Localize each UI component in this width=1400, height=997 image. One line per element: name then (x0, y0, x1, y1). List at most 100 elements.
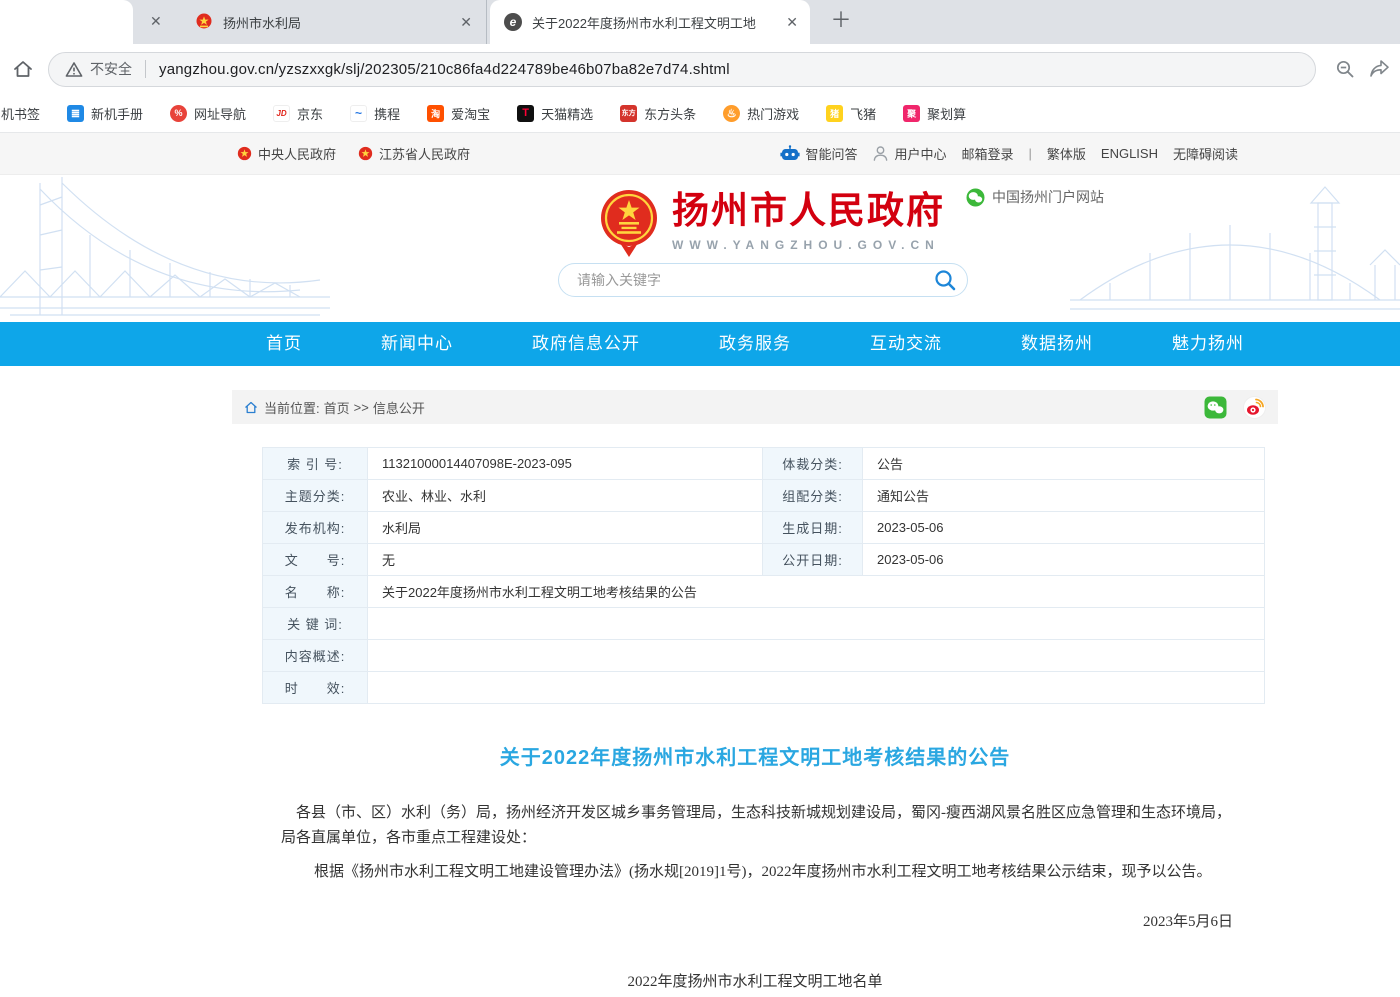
bookmark-item[interactable]: 淘 爱淘宝 (427, 104, 490, 123)
article-title: 关于2022年度扬州市水利工程文明工地考核结果的公告 (232, 741, 1278, 770)
tab-announcement-active[interactable]: e 关于2022年度扬州市水利工程文明工地 ✕ (490, 0, 810, 44)
breadcrumb-home-icon (244, 401, 258, 414)
bookmark-item[interactable]: ≣ 新机手册 (67, 104, 143, 123)
table-row: 文 号: 无 公开日期: 2023-05-06 (263, 544, 1265, 576)
robot-icon (780, 145, 800, 162)
bookmark-icon: 猪 (826, 105, 843, 122)
bookmark-item[interactable]: JD 京东 (273, 104, 323, 123)
breadcrumb-home-link[interactable]: 首页 (324, 398, 350, 417)
table-row: 时 效: (263, 672, 1265, 704)
list-heading: 2022年度扬州市水利工程文明工地名单 (232, 970, 1278, 991)
bookmark-icon: ♨ (723, 105, 740, 122)
weibo-share-icon[interactable] (1243, 396, 1266, 419)
nav-item-home[interactable]: 首页 (266, 322, 302, 366)
table-row: 内容概述: (263, 640, 1265, 672)
bookmark-item[interactable]: 机书签 (1, 104, 40, 123)
article-paragraph: 各县（市、区）水利（务）局，扬州经济开发区城乡事务管理局，生态科技新城规划建设局… (281, 801, 1233, 851)
table-row: 发布机构: 水利局 生成日期: 2023-05-06 (263, 512, 1265, 544)
link-accessibility[interactable]: 无障碍阅读 (1173, 144, 1238, 163)
security-label[interactable]: 不安全 (90, 59, 132, 79)
search-icon (933, 268, 957, 292)
share-icon[interactable] (1368, 59, 1390, 79)
nav-item-data[interactable]: 数据扬州 (1021, 322, 1093, 366)
bridge-illustration-left (0, 175, 330, 322)
emblem-icon (358, 146, 373, 161)
divider: | (1029, 146, 1032, 161)
bookmark-icon: 淘 (427, 105, 444, 122)
bookmark-item[interactable]: 猪 飞猪 (826, 104, 876, 123)
bookmark-item[interactable]: % 网址导航 (170, 104, 246, 123)
table-row: 索 引 号: 11321000014407098E-2023-095 体裁分类:… (263, 448, 1265, 480)
tab-water-bureau[interactable]: 扬州市水利局 ✕ (181, 0, 487, 44)
bookmark-item[interactable]: 东方 东方头条 (620, 104, 696, 123)
home-icon[interactable] (12, 58, 34, 80)
portal-label[interactable]: 中国扬州门户网站 (966, 187, 1104, 207)
bookmark-item[interactable]: T 天猫精选 (517, 104, 593, 123)
bookmark-icon: 东方 (620, 105, 637, 122)
bridge-illustration-right (1070, 175, 1400, 322)
emblem-favicon (195, 13, 213, 31)
bookmark-icon: JD (273, 105, 290, 122)
nav-item-interaction[interactable]: 互动交流 (870, 322, 942, 366)
emblem-icon (237, 146, 252, 161)
link-user-center[interactable]: 用户中心 (872, 144, 946, 163)
nav-item-info-disclosure[interactable]: 政府信息公开 (532, 322, 640, 366)
main-nav: 首页 新闻中心 政府信息公开 政务服务 互动交流 数据扬州 魅力扬州 (0, 322, 1400, 366)
nav-item-news[interactable]: 新闻中心 (381, 322, 453, 366)
link-mail-login[interactable]: 邮箱登录 (961, 144, 1013, 163)
divider (145, 60, 146, 78)
link-jiangsu-gov[interactable]: 江苏省人民政府 (358, 144, 470, 163)
site-title: 扬州市人民政府 (672, 189, 945, 233)
link-smart-qa[interactable]: 智能问答 (780, 144, 857, 163)
bookmark-icon: 聚 (903, 105, 920, 122)
link-english[interactable]: ENGLISH (1101, 146, 1158, 161)
bookmark-item[interactable]: ~ 携程 (350, 104, 400, 123)
wechat-share-icon[interactable] (1204, 396, 1227, 419)
link-central-gov[interactable]: 中央人民政府 (237, 144, 336, 163)
content-area: 当前位置: 首页 >> 信息公开 索 引 号: 1132100 (232, 390, 1278, 991)
user-icon (872, 145, 889, 162)
article-date: 2023年5月6日 (232, 910, 1233, 931)
site-search (558, 263, 968, 297)
nav-item-services[interactable]: 政务服务 (719, 322, 791, 366)
browser-tab-bar: ✕ 扬州市水利局 ✕ e 关于2022年度扬州市水利工程文明工地 ✕ ＋ (0, 0, 1400, 44)
close-icon[interactable]: ✕ (146, 11, 166, 32)
zoom-out-icon[interactable] (1335, 59, 1356, 80)
table-row: 名 称: 关于2022年度扬州市水利工程文明工地考核结果的公告 (263, 576, 1265, 608)
search-button[interactable] (933, 268, 957, 292)
link-traditional[interactable]: 繁体版 (1047, 144, 1086, 163)
security-warning-icon[interactable] (65, 61, 83, 78)
gov-top-bar: 中央人民政府 江苏省人民政府 智能问答 (0, 133, 1400, 175)
breadcrumb-label: 当前位置: (264, 398, 320, 417)
bookmark-icon: ~ (350, 105, 367, 122)
breadcrumb: 当前位置: 首页 >> 信息公开 (232, 390, 1278, 424)
national-emblem-icon (598, 189, 660, 257)
breadcrumb-current[interactable]: 信息公开 (373, 398, 425, 417)
table-row: 主题分类: 农业、林业、水利 组配分类: 通知公告 (263, 480, 1265, 512)
bookmark-icon: T (517, 105, 534, 122)
table-row: 关 键 词: (263, 608, 1265, 640)
bookmark-icon: % (170, 105, 187, 122)
address-bar: 不安全 yangzhou.gov.cn/yzszxxgk/slj/202305/… (0, 44, 1400, 94)
breadcrumb-separator: >> (354, 400, 369, 415)
url-field[interactable]: 不安全 yangzhou.gov.cn/yzszxxgk/slj/202305/… (48, 52, 1316, 87)
article-body: 各县（市、区）水利（务）局，扬州经济开发区城乡事务管理局，生态科技新城规划建设局… (281, 801, 1233, 885)
close-icon[interactable]: ✕ (782, 12, 802, 33)
close-icon[interactable]: ✕ (456, 12, 476, 33)
meta-table: 索 引 号: 11321000014407098E-2023-095 体裁分类:… (262, 447, 1265, 704)
url-text[interactable]: yangzhou.gov.cn/yzszxxgk/slj/202305/210c… (159, 61, 730, 78)
tab-title: 扬州市水利局 (223, 13, 450, 32)
site-logo[interactable]: 扬州市人民政府 WWW.YANGZHOU.GOV.CN (598, 189, 945, 257)
page-favicon: e (504, 13, 522, 31)
tab-title: 关于2022年度扬州市水利工程文明工地 (532, 13, 776, 32)
article-paragraph: 根据《扬州市水利工程文明工地建设管理办法》(扬水规[2019]1号)，2022年… (281, 860, 1233, 885)
new-tab-button[interactable]: ＋ (826, 7, 856, 37)
bookmark-item[interactable]: 聚 聚划算 (903, 104, 966, 123)
bookmark-icon: ≣ (67, 105, 84, 122)
search-input[interactable] (559, 272, 933, 288)
site-domain: WWW.YANGZHOU.GOV.CN (672, 238, 945, 252)
bookmark-item[interactable]: ♨ 热门游戏 (723, 104, 799, 123)
tab-partial[interactable] (0, 0, 133, 44)
nav-item-charm[interactable]: 魅力扬州 (1172, 322, 1244, 366)
bookmarks-bar: 机书签 ≣ 新机手册 % 网址导航 JD 京东 ~ 携程 淘 爱淘宝 T 天猫精… (0, 94, 1400, 133)
